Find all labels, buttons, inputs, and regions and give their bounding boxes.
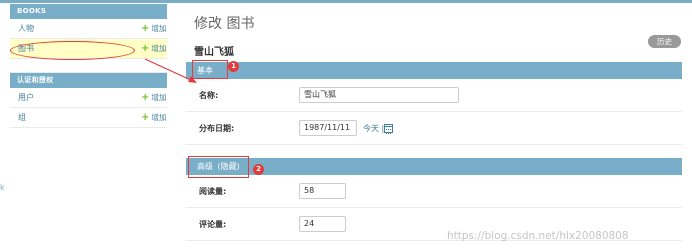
top-header-bar: [0, 0, 692, 3]
read-count-input[interactable]: 58: [299, 183, 346, 199]
calendar-icon[interactable]: [384, 124, 393, 134]
fieldset-basic-caption: 基本: [186, 62, 682, 79]
watermark: https://blog.csdn.net/hlx20080808: [447, 230, 629, 242]
annotation-ellipse: [10, 41, 135, 60]
add-person-link[interactable]: + 增加: [141, 19, 166, 39]
annotation-box-basic: [192, 60, 228, 79]
sidebar-item-groups: 组 + 增加: [10, 108, 167, 128]
plus-icon: +: [141, 112, 150, 123]
name-label: 名称:: [199, 91, 219, 100]
history-button[interactable]: 历史: [648, 35, 681, 48]
module-caption-auth[interactable]: 认证和授权: [10, 73, 167, 88]
today-link[interactable]: 今天 |: [363, 112, 384, 145]
form-row-read-count: 阅读量: 58: [186, 175, 682, 208]
pub-date-label: 分布日期:: [199, 124, 235, 133]
comment-count-input[interactable]: 24: [299, 216, 346, 232]
pub-date-input[interactable]: 1987/11/11: [299, 120, 357, 136]
add-user-link[interactable]: + 增加: [141, 88, 166, 108]
plus-icon: +: [141, 92, 150, 103]
add-book-label: 增加: [151, 44, 167, 53]
add-group-link[interactable]: + 增加: [141, 108, 166, 128]
page-title: 修改 图书: [194, 16, 255, 32]
sidebar-item-users: 用户 + 增加: [10, 88, 167, 108]
sidebar-toggle-glyph[interactable]: k: [0, 183, 5, 192]
name-input[interactable]: 雪山飞狐: [299, 87, 459, 103]
add-book-link[interactable]: + 增加: [141, 39, 166, 59]
object-title: 雪山飞狐: [194, 47, 234, 58]
annotation-badge-2: 2: [253, 164, 264, 175]
plus-icon: +: [141, 23, 150, 34]
sidebar-item-persons-link[interactable]: 人物: [18, 19, 34, 39]
read-count-label: 阅读量:: [199, 187, 227, 196]
sidebar-item-persons: 人物 + 增加: [10, 19, 167, 39]
annotation-box-advanced: [188, 156, 249, 178]
module-spacer: [10, 59, 167, 73]
form-row-pub-date: 分布日期: 1987/11/11 今天 |: [186, 112, 682, 145]
sidebar-item-groups-link[interactable]: 组: [18, 108, 26, 128]
annotation-badge-1: 1: [228, 61, 239, 72]
form-row-name: 名称: 雪山飞狐: [186, 79, 682, 112]
add-person-label: 增加: [151, 24, 167, 33]
sidebar-item-users-link[interactable]: 用户: [18, 88, 34, 108]
add-user-label: 增加: [151, 93, 167, 102]
today-label: 今天: [363, 124, 379, 133]
comment-count-label: 评论量:: [199, 220, 227, 229]
admin-change-page: BOOKS 人物 + 增加 图书 + 增加 认证和授权 用户 + 增加 组 + 增加 k…: [0, 0, 692, 251]
plus-icon: +: [141, 43, 150, 54]
add-group-label: 增加: [151, 113, 167, 122]
content-main: 修改 图书 雪山飞狐 历史 基本 名称: 雪山飞狐 分布日期: 1987/11/…: [186, 4, 682, 251]
module-caption-books[interactable]: BOOKS: [10, 4, 167, 19]
